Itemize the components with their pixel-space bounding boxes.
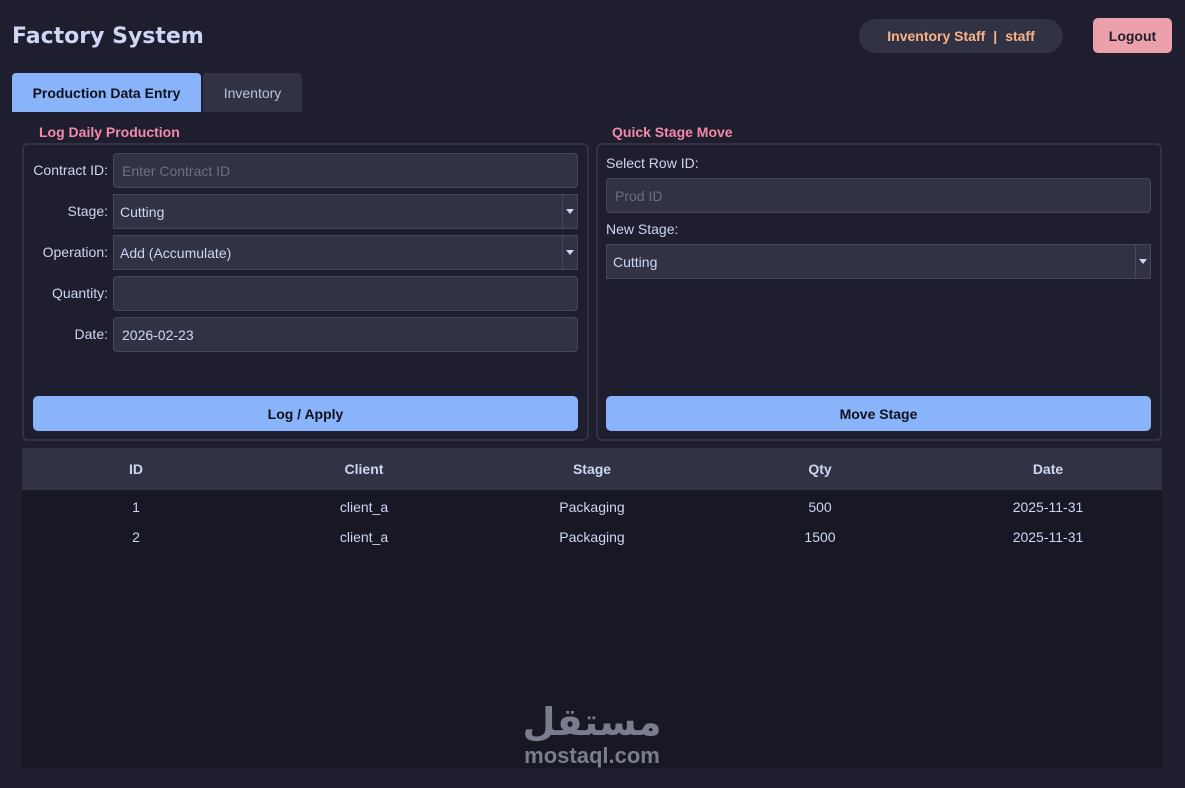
stage-select-value: Cutting: [120, 203, 165, 220]
operation-select-value: Add (Accumulate): [120, 244, 232, 261]
operation-select[interactable]: Add (Accumulate): [113, 235, 578, 270]
app-title: Factory System: [12, 24, 204, 49]
user-role: Inventory Staff: [887, 28, 986, 44]
new-stage-label: New Stage:: [606, 221, 679, 237]
new-stage-select[interactable]: Cutting: [606, 244, 1151, 279]
cell-stage: Packaging: [559, 529, 625, 545]
column-header-id[interactable]: ID: [22, 448, 250, 490]
cell-id: 2: [132, 529, 140, 545]
cell-stage: Packaging: [559, 499, 625, 515]
table-row[interactable]: 2 client_a Packaging 1500 2025-11-31: [22, 522, 1162, 552]
chevron-down-icon[interactable]: [1135, 245, 1150, 278]
watermark-latin: mostaql.com: [524, 743, 660, 768]
cell-qty: 1500: [804, 529, 836, 545]
username: staff: [1005, 28, 1035, 44]
cell-client: client_a: [339, 529, 389, 545]
log-production-title: Log Daily Production: [35, 124, 184, 140]
logout-button[interactable]: Logout: [1093, 18, 1172, 53]
stage-label: Stage:: [67, 203, 108, 219]
stage-move-title: Quick Stage Move: [608, 124, 737, 140]
prod-id-input[interactable]: Prod ID: [606, 178, 1151, 213]
mostaql-watermark: مستقل mostaql.com: [520, 700, 664, 770]
tab-production-data-entry[interactable]: Production Data Entry: [12, 73, 201, 112]
contract-id-label: Contract ID:: [33, 162, 108, 178]
user-badge: Inventory Staff | staff: [859, 19, 1063, 53]
cell-date: 2025-11-31: [1012, 529, 1084, 545]
date-input[interactable]: 2026-02-23: [113, 317, 578, 352]
date-label: Date:: [74, 326, 108, 342]
column-header-qty[interactable]: Qty: [706, 448, 934, 490]
table-header: ID Client Stage Qty Date: [22, 448, 1162, 490]
chevron-down-icon[interactable]: [562, 195, 577, 228]
cell-qty: 500: [808, 499, 832, 515]
cell-id: 1: [132, 499, 140, 515]
operation-label: Operation:: [42, 244, 108, 260]
user-separator: |: [993, 28, 998, 44]
quantity-input[interactable]: [113, 276, 578, 311]
log-apply-button[interactable]: Log / Apply: [33, 396, 578, 431]
quantity-label: Quantity:: [51, 285, 108, 301]
contract-id-input[interactable]: Enter Contract ID: [113, 153, 578, 188]
cell-client: client_a: [339, 499, 389, 515]
stage-select[interactable]: Cutting: [113, 194, 578, 229]
table-row[interactable]: 1 client_a Packaging 500 2025-11-31: [22, 492, 1162, 522]
column-header-date[interactable]: Date: [934, 448, 1162, 490]
column-header-stage[interactable]: Stage: [478, 448, 706, 490]
select-row-label: Select Row ID:: [606, 155, 699, 171]
move-stage-button[interactable]: Move Stage: [606, 396, 1151, 431]
column-header-client[interactable]: Client: [250, 448, 478, 490]
watermark-arabic: مستقل: [522, 700, 662, 744]
cell-date: 2025-11-31: [1012, 499, 1084, 515]
chevron-down-icon[interactable]: [562, 236, 577, 269]
tab-inventory[interactable]: Inventory: [203, 73, 302, 112]
new-stage-select-value: Cutting: [613, 253, 658, 270]
